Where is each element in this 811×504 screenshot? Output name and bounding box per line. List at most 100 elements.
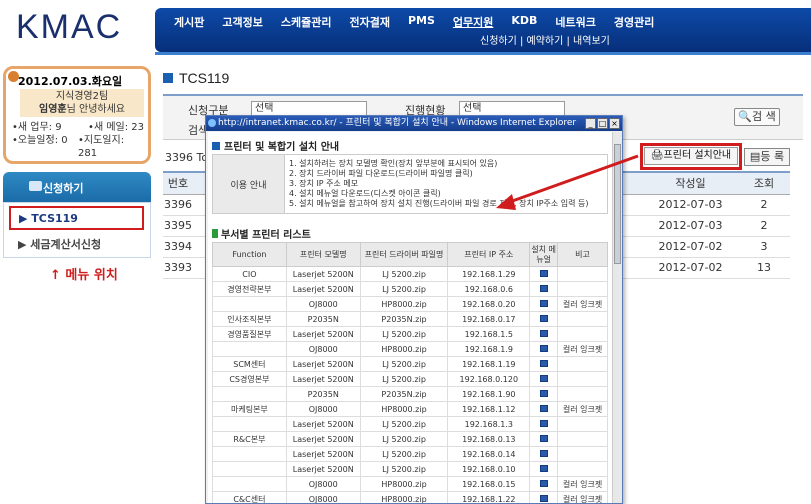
usage-guide-label: 이용 안내 (212, 154, 285, 214)
printer-cell: 192.168.0.20 (447, 296, 531, 312)
printer-cell: OJ8000 (285, 476, 361, 492)
diskette-icon[interactable] (539, 419, 548, 427)
diskette-icon[interactable] (539, 434, 548, 442)
guidance-log-count[interactable]: •지도일지: 281 (78, 134, 144, 160)
diskette-icon[interactable] (539, 344, 548, 352)
printer-cell: Laserjet 5200N (285, 266, 361, 282)
manual-download[interactable] (529, 431, 559, 447)
manual-download[interactable] (529, 311, 559, 327)
diskette-icon[interactable] (539, 299, 548, 307)
minimize-icon[interactable]: _ (585, 118, 596, 129)
printer-cell (212, 446, 287, 462)
driver-file-link[interactable]: LJ 5200.zip (359, 416, 449, 432)
manual-download[interactable] (529, 356, 559, 372)
nav-item[interactable]: PMS (399, 14, 444, 30)
nav-item[interactable]: 전자결재 (340, 14, 398, 30)
new-mail-count[interactable]: •새 메일: 23 (88, 121, 144, 134)
manual-download[interactable] (529, 266, 559, 282)
manual-download[interactable] (529, 476, 559, 492)
popup-titlebar[interactable]: http://intranet.kmac.co.kr/ - 프린터 및 복합기 … (206, 116, 622, 131)
printer-cell: OJ8000 (285, 296, 361, 312)
close-icon[interactable]: × (609, 118, 620, 129)
status-select[interactable]: 선택 (459, 101, 565, 116)
diskette-icon[interactable] (539, 314, 548, 322)
diskette-icon[interactable] (539, 404, 548, 412)
driver-file-link[interactable]: HP8000.zip (359, 341, 449, 357)
today-schedule-count[interactable]: •오늘일정: 0 (12, 134, 68, 160)
table-header[interactable]: 작성일 (643, 171, 738, 195)
driver-file-link[interactable]: HP8000.zip (359, 296, 449, 312)
printer-cell: CIO (212, 266, 287, 282)
printer-row: R&C본부 Laserjet 5200N LJ 5200.zip 192.168.0.… (212, 431, 608, 447)
manual-download[interactable] (529, 491, 559, 503)
driver-file-link[interactable]: P2035N.zip (359, 386, 449, 402)
table-cell: 2012-07-03 (643, 194, 738, 216)
driver-file-link[interactable]: LJ 5200.zip (359, 446, 449, 462)
table-header[interactable]: 번호 (163, 171, 193, 195)
user-team: 지식경영2팀 임영훈님 안녕하세요 (20, 89, 144, 117)
driver-file-link[interactable]: HP8000.zip (359, 491, 449, 503)
driver-file-link[interactable]: LJ 5200.zip (359, 326, 449, 342)
manual-download[interactable] (529, 416, 559, 432)
type-select[interactable]: 선택 (251, 101, 367, 116)
driver-file-link[interactable]: P2035N.zip (359, 311, 449, 327)
sidebar-item-tcs119[interactable]: ▶ TCS119 (9, 206, 144, 230)
printer-cell (557, 446, 608, 462)
diskette-icon[interactable] (539, 494, 548, 502)
driver-file-link[interactable]: LJ 5200.zip (359, 281, 449, 297)
nav-item[interactable]: 게시판 (165, 14, 213, 30)
manual-download[interactable] (529, 341, 559, 357)
printer-row: 경영품질본부 Laserjet 5200N LJ 5200.zip 192.168.1… (212, 326, 608, 342)
printer-cell: R&C본부 (212, 431, 287, 447)
driver-file-link[interactable]: LJ 5200.zip (359, 371, 449, 387)
driver-file-link[interactable]: HP8000.zip (359, 401, 449, 417)
nav-item[interactable]: 업무지원 (444, 14, 502, 30)
manual-download[interactable] (529, 296, 559, 312)
manual-download[interactable] (529, 371, 559, 387)
nav-item[interactable]: 경영관리 (605, 14, 663, 30)
printer-column-header: 비고 (557, 242, 608, 267)
sidebar-item-tax-invoice[interactable]: ▶ 세금계산서신청 (18, 236, 101, 252)
new-task-count[interactable]: •새 업무: 9 (12, 121, 62, 134)
driver-file-link[interactable]: LJ 5200.zip (359, 461, 449, 477)
manual-download[interactable] (529, 326, 559, 342)
side-menu-title: 신청하기 (43, 182, 84, 195)
manual-download[interactable] (529, 446, 559, 462)
printer-cell (212, 476, 287, 492)
diskette-icon[interactable] (539, 269, 548, 277)
driver-file-link[interactable]: LJ 5200.zip (359, 431, 449, 447)
printer-row: OJ8000 HP8000.zip 192.168.0.15 컬러 잉크젯 (212, 476, 608, 492)
manual-download[interactable] (529, 461, 559, 477)
nav-item[interactable]: KDB (502, 14, 546, 30)
printer-cell: 192.168.1.5 (447, 326, 531, 342)
printer-cell (212, 296, 287, 312)
diskette-icon[interactable] (539, 284, 548, 292)
diskette-icon[interactable] (539, 464, 548, 472)
diskette-icon[interactable] (539, 374, 548, 382)
diskette-icon[interactable] (539, 329, 548, 337)
register-button[interactable]: ▤등 록 (744, 148, 790, 166)
printer-row: 인사조직본부 P2035N P2035N.zip 192.168.0.17 (212, 311, 608, 327)
printer-row: 경영전략본부 Laserjet 5200N LJ 5200.zip 192.168.0… (212, 281, 608, 297)
driver-file-link[interactable]: LJ 5200.zip (359, 356, 449, 372)
ie-icon (208, 119, 216, 127)
manual-download[interactable] (529, 401, 559, 417)
manual-download[interactable] (529, 386, 559, 402)
diskette-icon[interactable] (539, 359, 548, 367)
nav-item[interactable]: 스케쥴관리 (272, 14, 341, 30)
diskette-icon[interactable] (539, 479, 548, 487)
logo[interactable]: KMAC (16, 8, 122, 47)
driver-file-link[interactable]: LJ 5200.zip (359, 266, 449, 282)
table-header[interactable]: 조회 (738, 171, 790, 195)
diskette-icon[interactable] (539, 449, 548, 457)
maximize-icon[interactable]: □ (597, 118, 608, 129)
printer-row: CS경영본부 Laserjet 5200N LJ 5200.zip 192.168.0… (212, 371, 608, 387)
nav-item[interactable]: 고객정보 (213, 14, 271, 30)
diskette-icon[interactable] (539, 389, 548, 397)
manual-download[interactable] (529, 281, 559, 297)
sub-navigation[interactable]: 신청하기 | 예약하기 | 내역보기 (480, 32, 610, 47)
nav-item[interactable]: 네트워크 (546, 14, 604, 30)
driver-file-link[interactable]: HP8000.zip (359, 476, 449, 492)
search-button[interactable]: 🔍검 색 (734, 108, 780, 126)
printer-cell: 192.168.0.120 (447, 371, 531, 387)
